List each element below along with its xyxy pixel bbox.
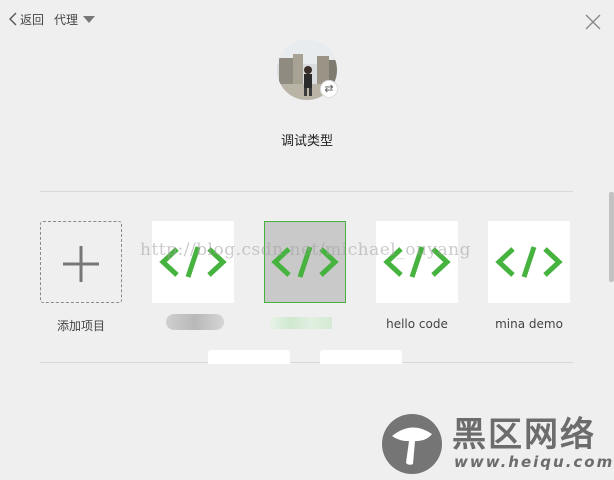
project-label-obscured [166,314,224,330]
close-icon[interactable] [585,14,601,30]
project-tile-partial[interactable] [208,350,290,364]
switch-account-icon[interactable]: ⇄ [320,80,338,98]
back-button[interactable]: 返回 [8,10,44,28]
proxy-dropdown[interactable]: 代理 [54,10,96,28]
divider-bottom [40,362,573,363]
code-icon [495,246,563,278]
back-label: 返回 [20,12,45,27]
project-tile-partial[interactable] [320,350,402,364]
add-project-label: 添加项目 [56,319,105,333]
project-label-mina-demo: mina demo [495,317,563,331]
code-icon [383,246,451,278]
project-tile[interactable] [152,221,234,303]
logo-name: 黑区网络 [452,415,596,455]
logo-url: www.heiqu.com [454,453,614,471]
add-project-tile[interactable] [40,221,122,303]
plus-icon [63,246,99,282]
divider-top [40,191,573,192]
project-label-obscured [270,317,332,329]
project-tile-selected[interactable] [264,221,346,303]
code-icon [159,246,227,278]
chevron-left-icon [9,12,17,26]
scrollbar[interactable] [609,192,614,282]
project-tile-hello-code[interactable] [376,221,458,303]
proxy-label: 代理 [54,12,79,27]
debug-type-title: 调试类型 [280,134,333,149]
project-tile-mina-demo[interactable] [488,221,570,303]
caret-down-icon [83,15,96,23]
logo-mushroom-icon [382,414,442,474]
code-icon [271,246,339,278]
project-label-hello-code: hello code [386,317,448,331]
